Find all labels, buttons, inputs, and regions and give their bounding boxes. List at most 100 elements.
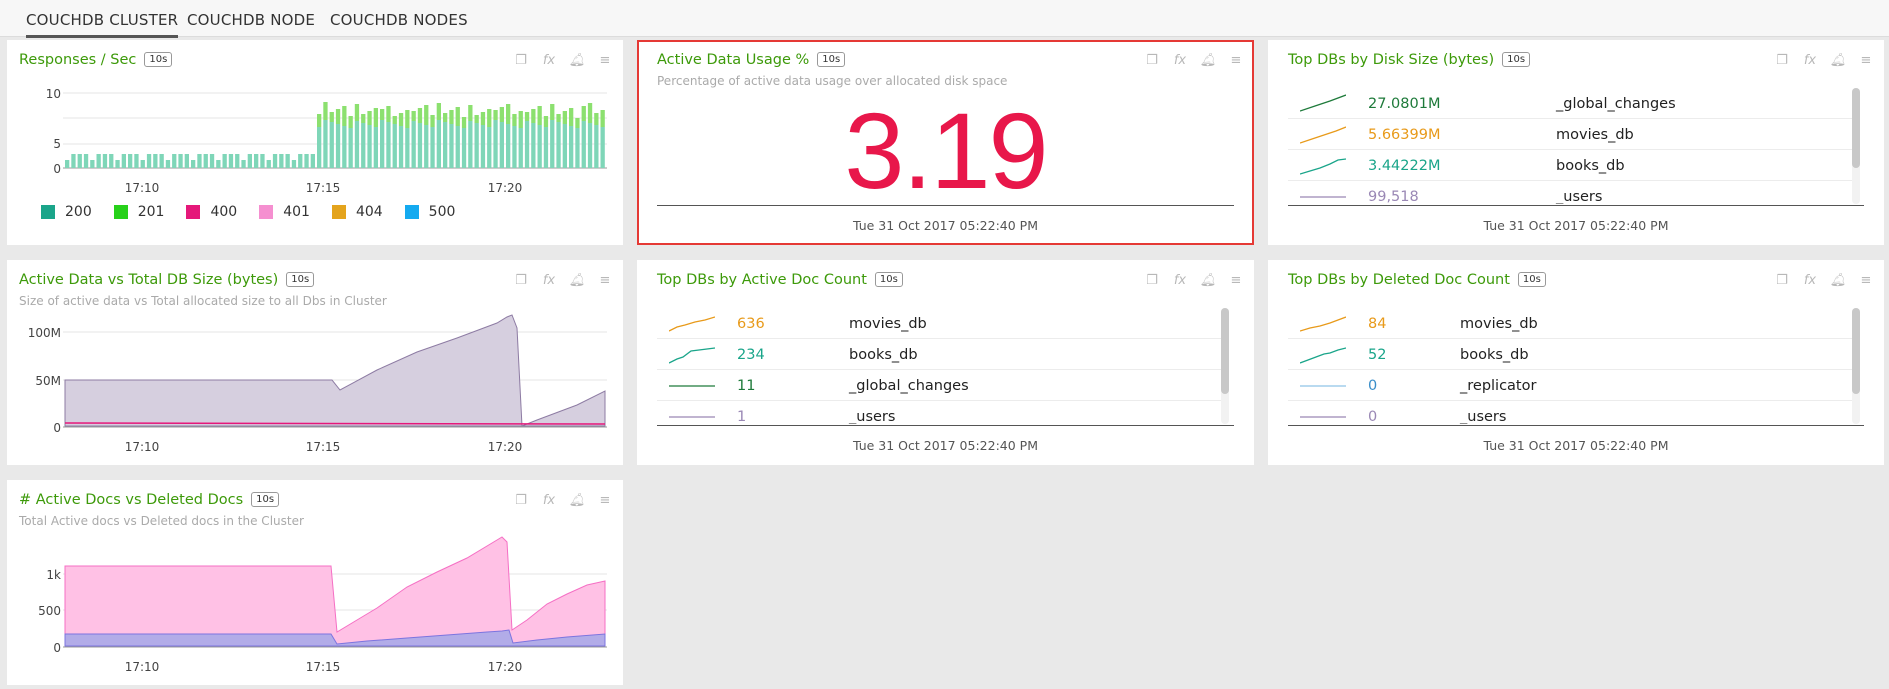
list-item[interactable]: 3.44222M books_db <box>1288 150 1858 181</box>
timestamp: Tue 31 Oct 2017 05:22:40 PM <box>852 438 1038 453</box>
list-item[interactable]: 1 _users <box>657 401 1227 424</box>
bar-200 <box>493 120 498 168</box>
panel-top-dbs-active-docs: Top DBs by Active Doc Count 10s ❐ fx 🔔︎ ≡ 63… <box>637 260 1254 465</box>
copy-icon[interactable]: ❐ <box>1774 272 1790 288</box>
chart-legend: 200 201 400 401 404 500 <box>41 204 455 220</box>
copy-icon[interactable]: ❐ <box>1144 272 1160 288</box>
menu-icon[interactable]: ≡ <box>1858 52 1874 68</box>
x-tick-label: 17:20 <box>488 440 523 454</box>
function-icon[interactable]: fx <box>1172 52 1188 68</box>
scrollbar[interactable] <box>1852 308 1860 424</box>
bar-200 <box>524 121 530 168</box>
legend-item[interactable]: 201 <box>113 204 164 220</box>
bar-200 <box>172 154 177 168</box>
bell-icon[interactable]: 🔔︎ <box>1830 272 1847 288</box>
divider <box>1288 425 1864 426</box>
list-item[interactable]: 27.0801M _global_changes <box>1288 88 1858 119</box>
bar-200 <box>128 154 133 168</box>
bar-200 <box>417 123 423 168</box>
bar-200 <box>178 154 183 168</box>
scrollbar-thumb[interactable] <box>1852 88 1860 168</box>
tab-couchdb-nodes[interactable]: COUCHDB NODES <box>330 11 468 35</box>
db-name: _users <box>1556 189 1603 204</box>
bell-icon[interactable]: 🔔︎ <box>1200 272 1217 288</box>
bar-200 <box>241 160 246 168</box>
legend-item[interactable]: 500 <box>404 204 455 220</box>
legend-item[interactable]: 400 <box>186 204 237 220</box>
y-tick-label: 0 <box>53 641 61 655</box>
legend-item[interactable]: 200 <box>41 204 92 220</box>
bar-200 <box>209 154 215 168</box>
scrollbar-thumb[interactable] <box>1852 308 1860 394</box>
bar-200 <box>121 154 126 168</box>
bar-201 <box>594 113 599 125</box>
scrollbar[interactable] <box>1852 88 1860 204</box>
bar-201 <box>468 105 473 121</box>
sparkline <box>669 416 715 418</box>
sparkline <box>669 316 715 332</box>
db-name: _replicator <box>1460 378 1537 394</box>
menu-icon[interactable]: ≡ <box>1228 272 1244 288</box>
panel-title: Top DBs by Active Doc Count 10s <box>657 272 903 288</box>
bar-200 <box>291 160 297 168</box>
db-list: 84 movies_db 52 books_db 0 _replicator 0… <box>1288 308 1858 424</box>
bell-icon[interactable]: 🔔︎ <box>1200 52 1217 68</box>
list-item[interactable]: 636 movies_db <box>657 308 1227 339</box>
scrollbar[interactable] <box>1221 308 1229 424</box>
legend-item[interactable]: 401 <box>259 204 310 220</box>
copy-icon[interactable]: ❐ <box>1144 52 1160 68</box>
list-item[interactable]: 234 books_db <box>657 339 1227 370</box>
bar-200 <box>134 154 139 168</box>
sparkline <box>1300 385 1346 387</box>
db-value: 0 <box>1368 409 1378 424</box>
panel-title-text: Top DBs by Disk Size (bytes) <box>1288 52 1495 68</box>
menu-icon[interactable]: ≡ <box>1858 272 1874 288</box>
menu-icon[interactable]: ≡ <box>1228 52 1244 68</box>
bar-200 <box>216 160 221 168</box>
list-item[interactable]: 0 _users <box>1288 401 1858 424</box>
bell-icon[interactable]: 🔔︎ <box>1830 52 1847 68</box>
bar-200 <box>317 127 322 168</box>
interval-badge[interactable]: 10s <box>874 272 903 287</box>
bar-200 <box>581 121 586 168</box>
bar-200 <box>191 160 196 168</box>
tab-couchdb-node[interactable]: COUCHDB NODE <box>187 11 315 35</box>
panel-top-dbs-deleted-docs: Top DBs by Deleted Doc Count 10s ❐ fx 🔔︎ ≡ 8… <box>1268 260 1884 465</box>
db-list: 27.0801M _global_changes 5.66399M movies… <box>1288 88 1858 204</box>
interval-badge[interactable]: 10s <box>1517 272 1546 287</box>
bar-200 <box>228 154 234 168</box>
list-item[interactable]: 84 movies_db <box>1288 308 1858 339</box>
bar-200 <box>266 160 271 168</box>
legend-item[interactable]: 404 <box>331 204 383 220</box>
function-icon[interactable]: fx <box>1172 272 1188 288</box>
copy-icon[interactable]: ❐ <box>1774 52 1790 68</box>
db-value: 5.66399M <box>1368 127 1441 143</box>
bar-200 <box>543 127 549 168</box>
list-item[interactable]: 52 books_db <box>1288 339 1858 370</box>
list-item[interactable]: 11 _global_changes <box>657 370 1227 401</box>
db-value: 11 <box>737 378 756 394</box>
bar-200 <box>102 154 108 168</box>
function-icon[interactable]: fx <box>1802 52 1818 68</box>
bar-201 <box>323 102 328 120</box>
tab-couchdb-cluster[interactable]: COUCHDB CLUSTER <box>26 11 179 38</box>
panel-title: Active Data Usage % 10s <box>657 52 846 68</box>
sparkline <box>669 347 715 364</box>
y-tick-label: 50M <box>35 374 61 388</box>
legend-label: 400 <box>210 204 238 220</box>
function-icon[interactable]: fx <box>1802 272 1818 288</box>
interval-badge[interactable]: 10s <box>817 52 846 67</box>
bar-201 <box>392 116 397 124</box>
db-name: books_db <box>849 347 918 363</box>
list-item[interactable]: 99,518 _users <box>1288 181 1858 204</box>
db-name: movies_db <box>849 316 927 332</box>
bar-200 <box>550 120 555 168</box>
list-item[interactable]: 5.66399M movies_db <box>1288 119 1858 150</box>
legend-label: 404 <box>355 204 383 220</box>
list-item[interactable]: 0 _replicator <box>1288 370 1858 401</box>
scrollbar-thumb[interactable] <box>1221 308 1229 394</box>
panel-toolbar: ❐ fx 🔔︎ ≡ <box>1774 52 1874 68</box>
bar-200 <box>354 121 360 168</box>
interval-badge[interactable]: 10s <box>1502 52 1531 67</box>
bar-200 <box>468 121 473 168</box>
